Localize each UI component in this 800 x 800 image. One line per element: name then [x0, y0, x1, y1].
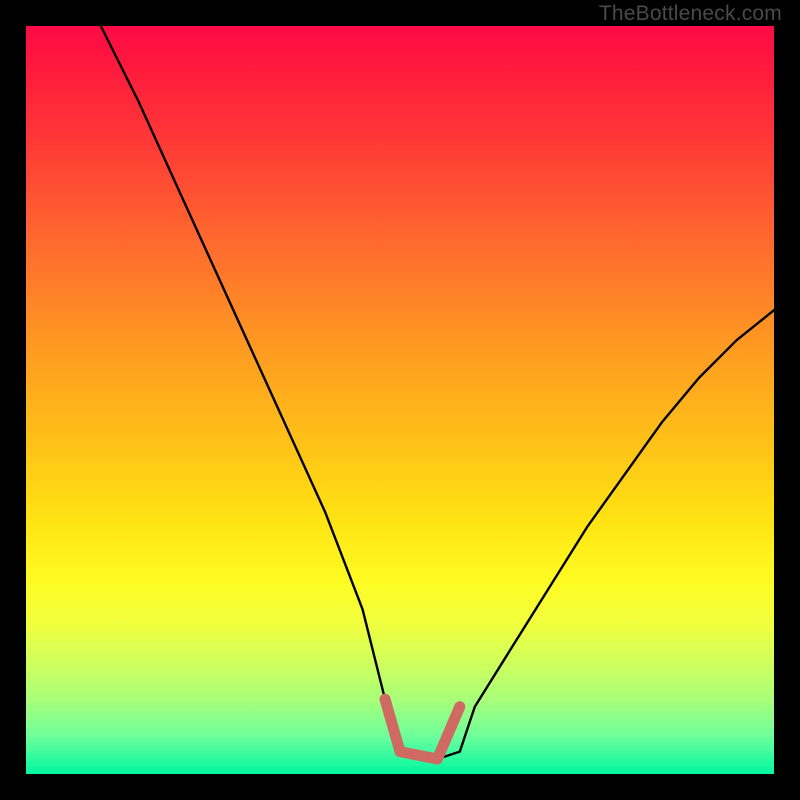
curve-layer — [26, 26, 774, 774]
flat-bottom-marker — [385, 699, 460, 759]
watermark-label: TheBottleneck.com — [599, 2, 782, 26]
chart-frame: TheBottleneck.com — [0, 0, 800, 800]
bottleneck-curve — [101, 26, 774, 759]
plot-area — [26, 26, 774, 774]
